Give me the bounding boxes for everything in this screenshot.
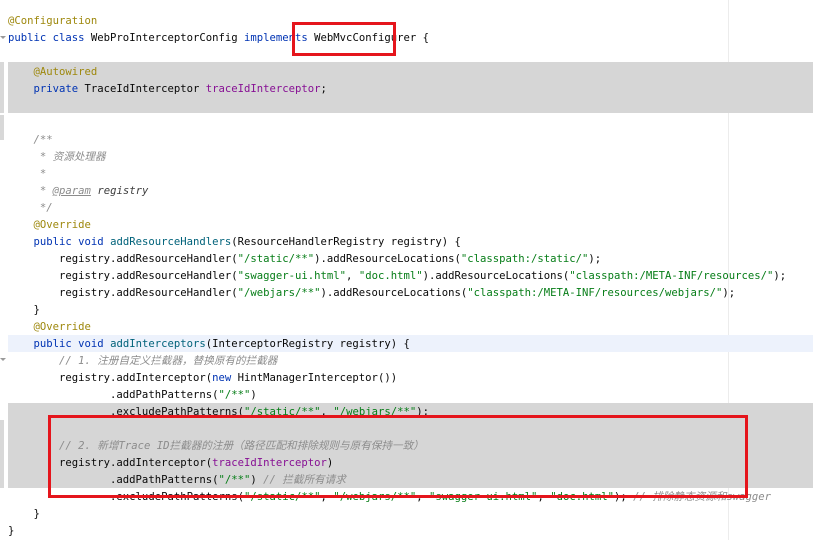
code-line[interactable]: /** — [8, 132, 53, 149]
annotation-box-trace-interceptor — [48, 415, 748, 498]
code-line[interactable]: * 资源处理器 — [8, 149, 106, 166]
gutter-change-marker — [0, 420, 4, 488]
code-token: , — [346, 270, 359, 282]
code-token: TraceIdInterceptor — [84, 83, 206, 95]
code-line[interactable]: } — [8, 506, 40, 523]
code-token: ); — [588, 253, 602, 265]
code-token: "swagger-ui.html" — [237, 270, 347, 282]
code-line[interactable]: registry.addResourceHandler("/webjars/**… — [8, 285, 735, 302]
code-token: ; — [320, 83, 327, 95]
annotation-box-webmvcconfigurer — [292, 22, 396, 56]
code-token: ).addResourceLocations( — [320, 287, 468, 299]
code-token: ).addResourceLocations( — [422, 270, 570, 282]
code-token: */ — [39, 202, 53, 214]
code-token: public void — [33, 236, 111, 248]
code-token: } — [8, 525, 15, 537]
code-token: "/**" — [218, 389, 251, 401]
code-token: (ResourceHandlerRegistry registry) { — [231, 236, 461, 248]
code-line[interactable]: @Configuration — [8, 13, 97, 30]
code-line[interactable]: } — [8, 302, 40, 319]
code-token: @Override — [33, 321, 91, 333]
code-token: @Autowired — [33, 66, 98, 78]
gutter-change-marker — [0, 115, 4, 140]
code-token: { — [422, 32, 429, 44]
code-token: ); — [722, 287, 736, 299]
code-token: * — [39, 168, 47, 180]
code-token: registry.addInterceptor( — [8, 372, 213, 384]
code-token: "classpath:/META-INF/resources/" — [569, 270, 774, 282]
code-token: "/webjars/**" — [237, 287, 321, 299]
code-line[interactable]: @Override — [8, 319, 91, 336]
code-token: ).addResourceLocations( — [314, 253, 461, 265]
code-line[interactable]: @Autowired — [8, 64, 98, 81]
code-token: "doc.html" — [358, 270, 423, 282]
code-line[interactable]: * — [8, 166, 46, 183]
code-token: @Override — [33, 219, 91, 231]
code-token: .addPathPatterns( — [8, 389, 219, 401]
code-token: * 资源处理器 — [39, 151, 106, 163]
code-line[interactable]: registry.addResourceHandler("/static/**"… — [8, 251, 601, 268]
code-token: registry.addResourceHandler( — [8, 270, 238, 282]
code-token: addInterceptors — [110, 338, 206, 350]
code-token: @param — [52, 185, 91, 197]
code-token: HintManagerInterceptor()) — [237, 372, 398, 384]
code-token: } — [8, 508, 40, 520]
code-token: registry — [90, 185, 149, 197]
code-token: registry.addResourceHandler( — [8, 287, 238, 299]
code-line[interactable]: registry.addResourceHandler("swagger-ui.… — [8, 268, 786, 285]
gutter-fold-arrow-icon[interactable] — [0, 36, 6, 39]
code-token: ) — [250, 389, 257, 401]
gutter-change-marker — [0, 62, 4, 113]
code-token: (InterceptorRegistry registry) { — [205, 338, 410, 350]
code-editor[interactable]: @Configuration public class WebProInterce… — [0, 0, 813, 540]
code-line[interactable]: private TraceIdInterceptor traceIdInterc… — [8, 81, 327, 98]
code-token: "classpath:/META-INF/resources/webjars/" — [467, 287, 723, 299]
code-token: new — [212, 372, 238, 384]
code-line[interactable]: public void addInterceptors(InterceptorR… — [8, 336, 410, 353]
code-token: addResourceHandlers — [110, 236, 232, 248]
code-token: public class — [8, 32, 91, 44]
code-token: private — [33, 83, 85, 95]
code-token: // 1. 注册自定义拦截器，替换原有的拦截器 — [59, 355, 278, 367]
code-line[interactable]: } — [8, 523, 14, 540]
code-token: "classpath:/static/" — [460, 253, 589, 265]
code-token: registry.addResourceHandler( — [8, 253, 238, 265]
code-line[interactable]: */ — [8, 200, 53, 217]
code-token: public void — [33, 338, 111, 350]
code-line[interactable]: .addPathPatterns("/**") — [8, 387, 257, 404]
code-token: @Configuration — [8, 15, 98, 27]
code-line[interactable]: @Override — [8, 217, 91, 234]
code-token: * — [39, 185, 53, 197]
code-token: WebProInterceptorConfig — [90, 32, 244, 44]
code-token: traceIdInterceptor — [205, 83, 321, 95]
code-line[interactable]: // 1. 注册自定义拦截器，替换原有的拦截器 — [8, 353, 277, 370]
gutter-fold-arrow-icon[interactable] — [0, 358, 6, 361]
code-line[interactable]: registry.addInterceptor(new HintManagerI… — [8, 370, 397, 387]
code-token: "/static/**" — [237, 253, 315, 265]
code-token: } — [8, 304, 40, 316]
code-token: ); — [773, 270, 787, 282]
code-line[interactable]: public void addResourceHandlers(Resource… — [8, 234, 461, 251]
code-line[interactable]: * @param registry — [8, 183, 148, 200]
code-token: /** — [33, 134, 53, 146]
